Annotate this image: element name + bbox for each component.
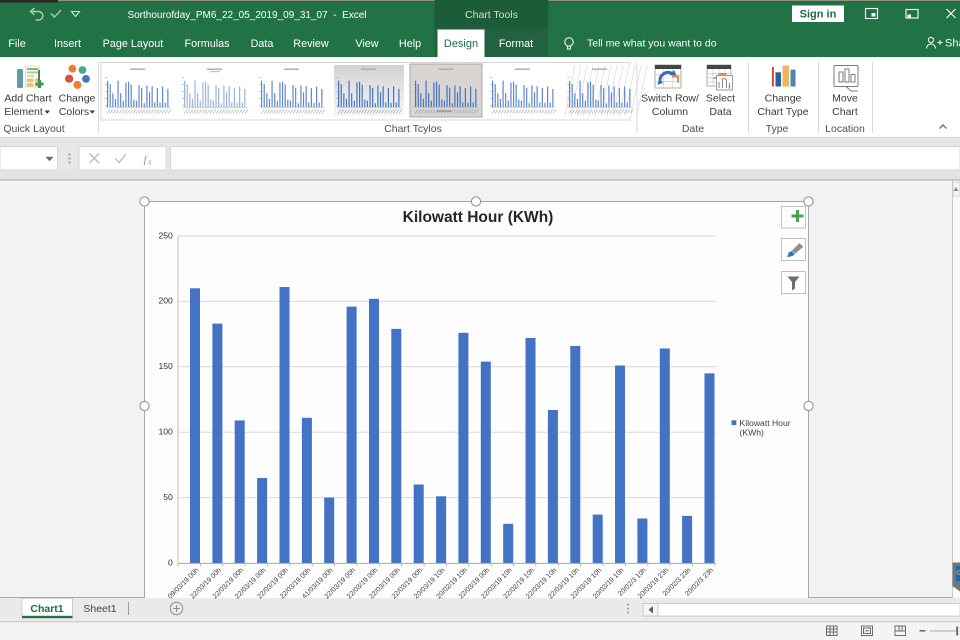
svg-text:File: File bbox=[8, 38, 25, 50]
svg-text:0: 0 bbox=[168, 557, 173, 567]
svg-text:(KWh): (KWh) bbox=[740, 428, 764, 438]
svg-text:Select: Select bbox=[706, 93, 735, 105]
svg-text:Colors: Colors bbox=[59, 106, 89, 118]
svg-text:Change: Change bbox=[765, 93, 802, 105]
svg-text:Column: Column bbox=[652, 106, 688, 118]
svg-text:Formulas: Formulas bbox=[185, 38, 231, 50]
svg-text:200: 200 bbox=[158, 296, 173, 306]
svg-text:50: 50 bbox=[163, 492, 173, 502]
svg-text:Sign in: Sign in bbox=[800, 9, 837, 21]
svg-text:Switch Row/: Switch Row/ bbox=[641, 93, 699, 105]
svg-text:250: 250 bbox=[158, 230, 173, 240]
svg-text:Chart: Chart bbox=[832, 106, 858, 118]
svg-text:Location: Location bbox=[825, 123, 865, 135]
svg-text:Tell me what you want to do: Tell me what you want to do bbox=[587, 38, 717, 50]
svg-text:Type: Type bbox=[766, 123, 789, 135]
svg-text:View: View bbox=[355, 38, 378, 50]
svg-text:Move: Move bbox=[832, 93, 858, 105]
svg-text:Change: Change bbox=[59, 93, 96, 105]
svg-text:Kilowatt Hour (KWh): Kilowatt Hour (KWh) bbox=[403, 209, 554, 226]
svg-text:Data: Data bbox=[709, 106, 731, 118]
svg-text:Date: Date bbox=[682, 123, 704, 135]
svg-text:Design: Design bbox=[444, 38, 478, 50]
svg-text:Sorthourofday_PM6_22_05_2019_0: Sorthourofday_PM6_22_05_2019_09_31_07 - … bbox=[127, 10, 366, 21]
svg-text:Element: Element bbox=[4, 106, 43, 118]
svg-text:x: x bbox=[147, 158, 152, 167]
svg-text:100: 100 bbox=[158, 427, 173, 437]
svg-text:Kilowatt Hour: Kilowatt Hour bbox=[740, 418, 791, 428]
svg-text:Chart1: Chart1 bbox=[30, 603, 63, 615]
svg-text:Insert: Insert bbox=[54, 38, 81, 50]
svg-text:Chart Type: Chart Type bbox=[757, 106, 808, 118]
svg-text:Format: Format bbox=[499, 38, 533, 50]
svg-text:Data: Data bbox=[251, 38, 274, 50]
svg-text:Review: Review bbox=[293, 38, 329, 50]
svg-text:Chart Tools: Chart Tools bbox=[465, 9, 518, 21]
svg-text:Sheet1: Sheet1 bbox=[83, 603, 116, 615]
svg-text:Help: Help bbox=[399, 38, 421, 50]
svg-text:Sha: Sha bbox=[945, 38, 960, 50]
svg-text:150: 150 bbox=[158, 361, 173, 371]
svg-text:Quick Layout: Quick Layout bbox=[3, 123, 64, 135]
svg-text:Add Chart: Add Chart bbox=[4, 93, 51, 105]
svg-text:Chart Tcylos: Chart Tcylos bbox=[384, 123, 442, 135]
svg-text:Page Layout: Page Layout bbox=[103, 38, 164, 50]
